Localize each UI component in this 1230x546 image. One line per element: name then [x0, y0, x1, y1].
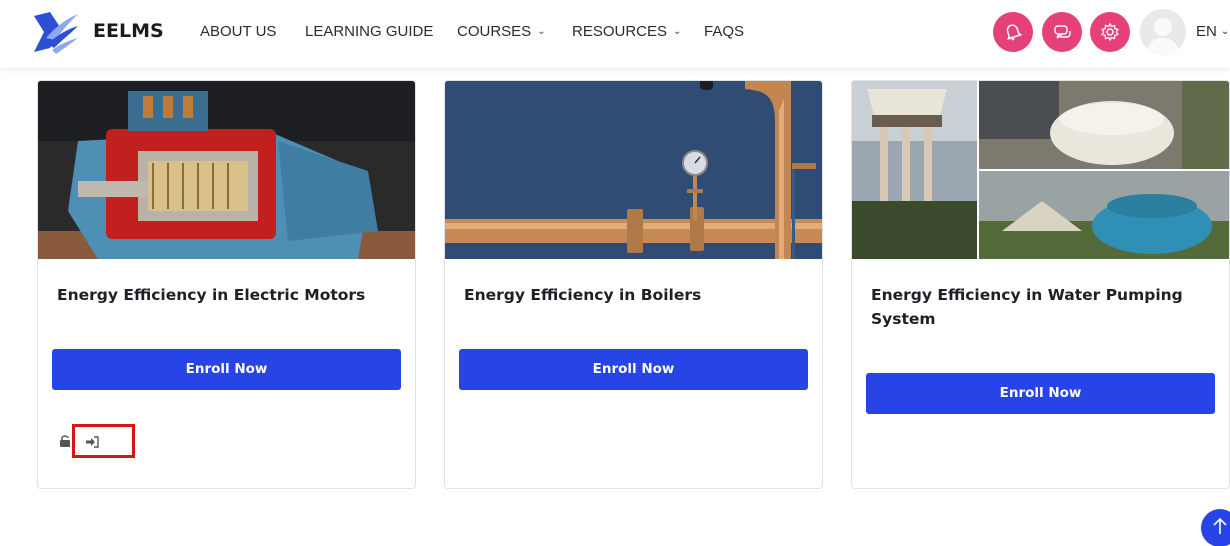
language-selector[interactable]: EN ⌄: [1196, 23, 1229, 40]
course-image-water-pumping[interactable]: [852, 81, 1229, 259]
unlocked-padlock-icon: [60, 435, 70, 447]
chevron-down-icon: ⌄: [537, 26, 546, 37]
top-navbar: EELMS ABOUT US LEARNING GUIDE COURSES ⌄ R…: [0, 0, 1230, 68]
course-image-boilers[interactable]: [445, 81, 822, 259]
nav-courses-label: COURSES: [457, 23, 532, 40]
nav-resources-label: RESOURCES: [572, 23, 668, 40]
brand-name[interactable]: EELMS: [93, 20, 164, 42]
course-card: Energy Efficiency in Boilers Enroll Now: [444, 80, 823, 489]
chevron-down-icon: ⌄: [1220, 26, 1230, 37]
settings-gear-icon: [1101, 22, 1119, 42]
notifications-button[interactable]: [993, 12, 1033, 52]
nav-learning-guide[interactable]: LEARNING GUIDE: [305, 23, 433, 40]
course-access-status: [59, 424, 179, 458]
user-silhouette-icon: [1146, 18, 1180, 55]
course-title[interactable]: Energy Efficiency in Water Pumping Syste…: [871, 283, 1191, 331]
messages-chat-icon: [1054, 25, 1071, 39]
chevron-down-icon: ⌄: [673, 26, 682, 37]
nav-faqs[interactable]: FAQS: [704, 23, 744, 40]
nav-about-us[interactable]: ABOUT US: [200, 23, 276, 40]
course-title[interactable]: Energy Efficiency in Electric Motors: [57, 283, 377, 307]
water-tanks-collage-image: [852, 81, 1229, 259]
boiler-pipes-with-pressure-gauge-image: [445, 81, 822, 259]
course-image-electric-motors[interactable]: [38, 81, 415, 259]
scroll-to-top-button[interactable]: [1201, 509, 1230, 546]
nav-faqs-label: FAQS: [704, 23, 745, 40]
enroll-now-button[interactable]: Enroll Now: [52, 349, 401, 390]
electric-motor-cutaway-image: [38, 81, 415, 259]
course-card: Energy Efficiency in Electric Motors Enr…: [37, 80, 416, 489]
eelms-logo[interactable]: [30, 8, 80, 56]
course-card: Energy Efficiency in Water Pumping Syste…: [851, 80, 1230, 489]
course-title[interactable]: Energy Efficiency in Boilers: [464, 283, 784, 307]
highlighted-sign-in-indicator[interactable]: [72, 424, 135, 458]
nav-learning-guide-label: LEARNING GUIDE: [305, 23, 434, 40]
settings-button[interactable]: [1090, 12, 1130, 52]
nav-resources-dropdown[interactable]: RESOURCES ⌄: [572, 23, 681, 40]
messages-button[interactable]: [1042, 12, 1082, 52]
nav-courses-dropdown[interactable]: COURSES ⌄: [457, 23, 546, 40]
nav-about-us-label: ABOUT US: [200, 23, 277, 40]
user-avatar[interactable]: [1140, 9, 1186, 55]
language-code: EN: [1196, 23, 1217, 40]
enroll-now-button[interactable]: Enroll Now: [459, 349, 808, 390]
enroll-now-button[interactable]: Enroll Now: [866, 373, 1215, 414]
notification-bell-icon: [1006, 24, 1023, 41]
arrow-up-icon: [1213, 517, 1227, 534]
sign-in-arrow-icon: [86, 436, 99, 448]
